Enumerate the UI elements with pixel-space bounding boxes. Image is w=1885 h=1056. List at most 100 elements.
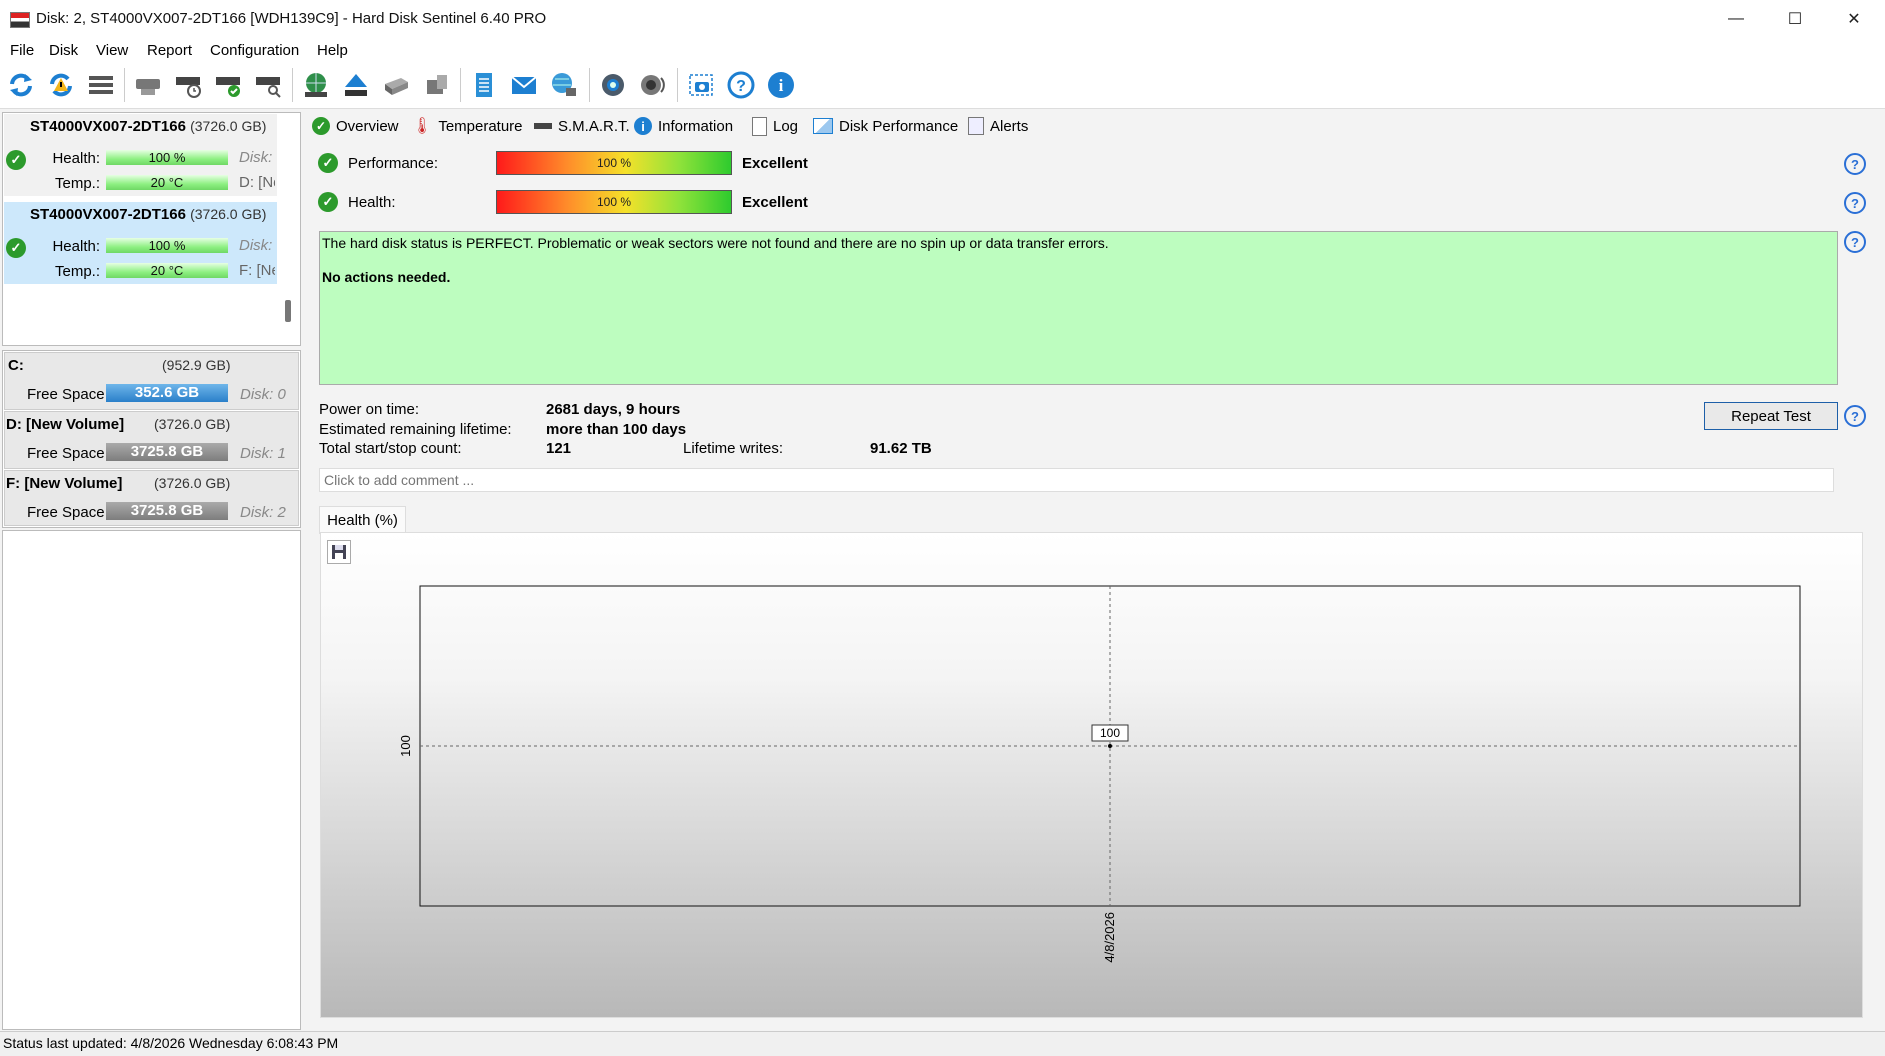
disk-number: Disk: 1 — [239, 149, 275, 166]
thermometer-icon: 🌡 — [412, 118, 433, 135]
writes-value: 91.62 TB — [870, 440, 932, 457]
info-icon[interactable]: i — [764, 68, 798, 102]
tab-label: Disk Performance — [839, 117, 959, 135]
minimize-button[interactable]: — — [1707, 0, 1765, 38]
volume-name: D: [New Volume] — [6, 416, 125, 433]
svg-text:i: i — [779, 76, 784, 95]
tab-label: S.M.A.R.T. — [558, 117, 630, 135]
title-bar: Disk: 2, ST4000VX007-2DT166 [WDH139C9] -… — [0, 0, 1885, 38]
performance-rating: Excellent — [742, 155, 808, 172]
disk-small-icon — [534, 123, 552, 129]
menu-file[interactable]: File — [10, 42, 34, 59]
left-empty-area — [2, 530, 301, 1030]
refresh-icon[interactable] — [4, 68, 38, 102]
volume-size: (3726.0 GB) — [154, 416, 231, 432]
toolbar-separator — [589, 68, 590, 102]
x-tick-label: 4/8/2026 — [1102, 912, 1117, 963]
drive-icon[interactable] — [379, 68, 413, 102]
temp-label: Temp.: — [54, 263, 100, 280]
temp-bar: 20 °C — [106, 263, 228, 278]
alerts-icon — [968, 117, 984, 135]
writes-label: Lifetime writes: — [683, 440, 784, 457]
help-icon[interactable]: ? — [1844, 231, 1866, 253]
disk-check-icon[interactable] — [211, 68, 245, 102]
disk-number: Disk: 2 — [239, 237, 275, 254]
remaining-label: Estimated remaining lifetime: — [319, 421, 512, 438]
mail-icon[interactable] — [507, 68, 541, 102]
menu-disk[interactable]: Disk — [49, 42, 78, 59]
tab-label: Temperature — [438, 117, 523, 135]
menu-report[interactable]: Report — [147, 42, 192, 59]
performance-label: Performance: — [348, 155, 439, 172]
startstop-label: Total start/stop count: — [319, 440, 462, 457]
toolbar-separator — [292, 68, 293, 102]
health-bar: 100 % — [106, 238, 228, 253]
free-space-bar: 352.6 GB — [106, 384, 228, 402]
close-button[interactable]: ✕ — [1825, 0, 1883, 38]
startstop-value: 121 — [546, 440, 572, 457]
temp-bar: 20 °C — [106, 175, 228, 190]
menu-view[interactable]: View — [96, 42, 128, 59]
notepad-icon[interactable] — [467, 68, 501, 102]
graph-tab-health[interactable]: Health (%) — [319, 506, 406, 534]
globe-disk-icon[interactable] — [299, 68, 333, 102]
refresh-warning-icon[interactable] — [44, 68, 78, 102]
gear-icon[interactable] — [596, 68, 630, 102]
help-icon[interactable]: ? — [1844, 405, 1866, 427]
comment-input[interactable] — [319, 468, 1834, 492]
help-icon[interactable]: ? — [1844, 192, 1866, 214]
disk-list-scrollbar[interactable] — [285, 300, 291, 322]
network-icon[interactable] — [547, 68, 581, 102]
help-icon[interactable]: ? — [1844, 153, 1866, 175]
health-label: Health: — [52, 238, 100, 255]
tab-temperature[interactable]: 🌡 Temperature — [412, 114, 523, 138]
info-small-icon: i — [634, 117, 652, 135]
tab-disk-performance[interactable]: Disk Performance — [813, 114, 958, 138]
data-label: 100 — [1100, 726, 1120, 740]
tab-label: Log — [773, 117, 799, 135]
app-icon — [10, 12, 30, 28]
health-check-icon: ✓ — [318, 192, 338, 212]
volume-disk: Disk: 1 — [240, 445, 286, 462]
chart-icon — [813, 118, 833, 134]
menu-configuration[interactable]: Configuration — [210, 42, 299, 59]
menu-help[interactable]: Help — [317, 42, 348, 59]
temp-label: Temp.: — [54, 175, 100, 192]
tab-alerts[interactable]: Alerts — [968, 114, 1028, 138]
disk-name: ST4000VX007-2DT166 (3726.0 GB) — [30, 118, 267, 135]
free-space-label: Free Space — [27, 445, 105, 462]
power-on-value: 2681 days, 9 hours — [546, 401, 681, 418]
tab-label: Information — [658, 117, 734, 135]
disk-list-icon[interactable] — [84, 68, 118, 102]
disk-search-icon[interactable] — [251, 68, 285, 102]
repeat-test-button[interactable]: Repeat Test — [1704, 402, 1838, 430]
help-icon[interactable]: ? — [724, 68, 758, 102]
tab-label: Alerts — [990, 117, 1029, 135]
health-rating: Excellent — [742, 194, 808, 211]
disk-clock-icon[interactable] — [171, 68, 205, 102]
maximize-button[interactable]: ☐ — [1766, 0, 1824, 38]
disk-name: ST4000VX007-2DT166 (3726.0 GB) — [30, 206, 267, 223]
free-space-bar: 3725.8 GB — [106, 502, 228, 520]
screenshot-icon[interactable] — [684, 68, 718, 102]
y-tick-label: 100 — [398, 735, 413, 757]
status-message: The hard disk status is PERFECT. Problem… — [322, 235, 1109, 251]
toolbar-separator — [124, 68, 125, 102]
document-icon — [752, 116, 767, 136]
performance-check-icon: ✓ — [318, 153, 338, 173]
eject-icon[interactable] — [339, 68, 373, 102]
disk-gray-icon[interactable] — [131, 68, 165, 102]
tab-information[interactable]: i Information — [634, 114, 733, 138]
health-label: Health: — [348, 194, 396, 211]
health-bar: 100 % — [106, 150, 228, 165]
data-point — [1108, 744, 1112, 748]
speaker-icon[interactable] — [636, 68, 670, 102]
tab-smart[interactable]: S.M.A.R.T. — [534, 114, 630, 138]
volume-size: (952.9 GB) — [162, 357, 231, 373]
volume-disk: Disk: 0 — [240, 386, 286, 403]
tab-overview[interactable]: ✓ Overview — [312, 114, 399, 138]
tab-log[interactable]: Log — [752, 114, 798, 138]
drive-tools-icon[interactable] — [419, 68, 453, 102]
power-on-label: Power on time: — [319, 401, 420, 418]
remaining-value: more than 100 days — [546, 421, 687, 438]
